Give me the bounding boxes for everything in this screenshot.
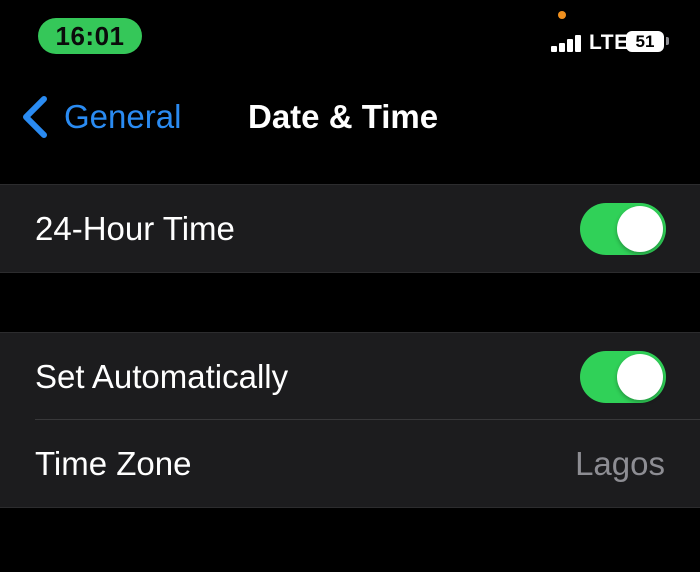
row-label-set-automatically: Set Automatically bbox=[35, 358, 289, 395]
battery-level-label: 51 bbox=[635, 32, 655, 51]
status-bar: 16:01 LTE 51 bbox=[0, 0, 700, 72]
back-button[interactable]: General bbox=[20, 94, 181, 140]
status-time[interactable]: 16:01 bbox=[38, 18, 142, 54]
row-label-time-zone: Time Zone bbox=[35, 445, 192, 482]
toggle-24-hour-time[interactable] bbox=[580, 203, 666, 255]
back-button-label: General bbox=[64, 98, 182, 135]
settings-group-time: Set Automatically Time Zone Lagos bbox=[0, 332, 700, 508]
date-time-settings-screen: 16:01 LTE 51 General Date & Time 24-Hour… bbox=[0, 0, 700, 572]
toggle-set-automatically[interactable] bbox=[580, 351, 666, 403]
row-label-24-hour-time: 24-Hour Time bbox=[35, 210, 235, 247]
settings-group-format: 24-Hour Time bbox=[0, 184, 700, 273]
battery-icon: 51 bbox=[626, 31, 664, 52]
row-time-zone[interactable]: Time Zone Lagos bbox=[0, 420, 700, 507]
chevron-left-icon bbox=[23, 96, 47, 138]
battery-cap bbox=[666, 37, 669, 45]
row-24-hour-time: 24-Hour Time bbox=[0, 185, 700, 272]
toggle-knob bbox=[617, 354, 663, 400]
privacy-indicator-dot bbox=[558, 11, 566, 19]
navigation-bar: General Date & Time bbox=[0, 78, 700, 156]
row-set-automatically: Set Automatically bbox=[0, 333, 700, 420]
page-title: Date & Time bbox=[248, 98, 439, 135]
cellular-signal-icon bbox=[551, 34, 585, 52]
toggle-knob bbox=[617, 206, 663, 252]
time-zone-value: Lagos bbox=[575, 445, 665, 482]
network-type-label: LTE bbox=[589, 31, 629, 54]
